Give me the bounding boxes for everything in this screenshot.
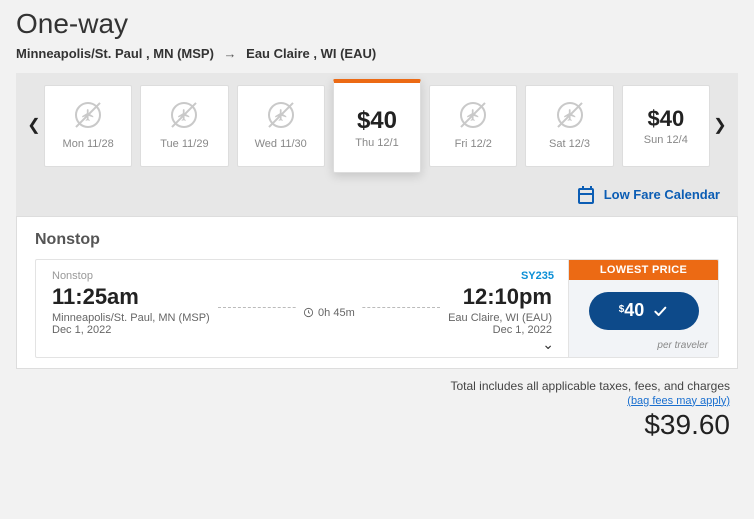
no-flight-icon xyxy=(268,102,294,128)
date-tile-label: Mon 11/28 xyxy=(63,138,114,150)
no-flight-icon xyxy=(75,102,101,128)
date-ribbon: ❮ ❯ Mon 11/28 Tue 11/29 Wed 11/30 $40 Thu 12… xyxy=(16,73,738,369)
arrow-right-icon: → xyxy=(224,46,237,61)
date-tile[interactable]: Fri 12/2 xyxy=(429,85,517,167)
stops-label: Nonstop xyxy=(52,270,552,282)
date-tile[interactable]: Wed 11/30 xyxy=(237,85,325,167)
date-tile[interactable]: $40 Sun 12/4 xyxy=(622,85,710,167)
price-panel: LOWEST PRICE $40 per traveler xyxy=(568,260,718,357)
departure-city: Minneapolis/St. Paul, MN (MSP) xyxy=(52,312,210,324)
footer: Total includes all applicable taxes, fee… xyxy=(16,369,738,441)
departure-time: 11:25am xyxy=(52,284,210,310)
departure-date: Dec 1, 2022 xyxy=(52,324,210,336)
lowest-price-badge: LOWEST PRICE xyxy=(569,260,718,280)
page-title: One-way xyxy=(16,8,738,40)
bag-fees-link[interactable]: (bag fees may apply) xyxy=(16,395,730,407)
date-tile-price: $40 xyxy=(357,107,397,135)
select-price-button[interactable]: $40 xyxy=(589,292,699,330)
flight-details: Nonstop SY235 11:25am Minneapolis/St. Pa… xyxy=(36,260,568,357)
total-note: Total includes all applicable taxes, fee… xyxy=(450,379,730,393)
flight-number[interactable]: SY235 xyxy=(521,270,554,282)
arrival-city: Eau Claire, WI (EAU) xyxy=(448,312,552,324)
date-tile[interactable]: Tue 11/29 xyxy=(140,85,228,167)
duration-text: 0h 45m xyxy=(318,307,355,319)
clock-icon xyxy=(303,307,314,318)
origin-label: Minneapolis/St. Paul , MN (MSP) xyxy=(16,46,214,61)
route-summary: Minneapolis/St. Paul , MN (MSP) → Eau Cl… xyxy=(16,46,738,61)
low-fare-label: Low Fare Calendar xyxy=(604,187,720,202)
date-tile-label: Fri 12/2 xyxy=(455,138,492,150)
date-tile-price: $40 xyxy=(647,106,684,132)
arrival-time: 12:10pm xyxy=(448,284,552,310)
date-tile-label: Sun 12/4 xyxy=(644,134,688,146)
destination-label: Eau Claire , WI (EAU) xyxy=(246,46,376,61)
no-flight-icon xyxy=(557,102,583,128)
results-card: Nonstop Nonstop SY235 11:25am Minneapoli… xyxy=(16,216,738,369)
date-tile[interactable]: Mon 11/28 xyxy=(44,85,132,167)
date-tile-label: Thu 12/1 xyxy=(355,137,398,149)
check-icon xyxy=(652,303,668,319)
duration-line: 0h 45m xyxy=(218,297,440,323)
price-amount: 40 xyxy=(624,300,644,320)
date-tile[interactable]: $40 Thu 12/1 xyxy=(333,79,421,173)
date-tile-label: Tue 11/29 xyxy=(160,138,208,150)
date-tile[interactable]: Sat 12/3 xyxy=(525,85,613,167)
arrival-date: Dec 1, 2022 xyxy=(448,324,552,336)
grand-total: $39.60 xyxy=(644,409,730,440)
flight-row: Nonstop SY235 11:25am Minneapolis/St. Pa… xyxy=(35,259,719,358)
departure-block: 11:25am Minneapolis/St. Paul, MN (MSP) D… xyxy=(52,284,210,336)
date-tile-label: Sat 12/3 xyxy=(549,138,590,150)
date-tile-label: Wed 11/30 xyxy=(255,138,307,150)
expand-details-button[interactable]: ⌄ xyxy=(542,336,554,353)
section-heading: Nonstop xyxy=(35,231,719,249)
no-flight-icon xyxy=(460,102,486,128)
arrival-block: 12:10pm Eau Claire, WI (EAU) Dec 1, 2022 xyxy=(448,284,552,336)
low-fare-calendar-link[interactable]: Low Fare Calendar xyxy=(16,173,738,216)
no-flight-icon xyxy=(171,102,197,128)
prev-dates-button[interactable]: ❮ xyxy=(24,115,44,135)
next-dates-button[interactable]: ❯ xyxy=(710,115,730,135)
calendar-icon xyxy=(578,188,594,204)
per-traveler-label: per traveler xyxy=(657,340,718,351)
